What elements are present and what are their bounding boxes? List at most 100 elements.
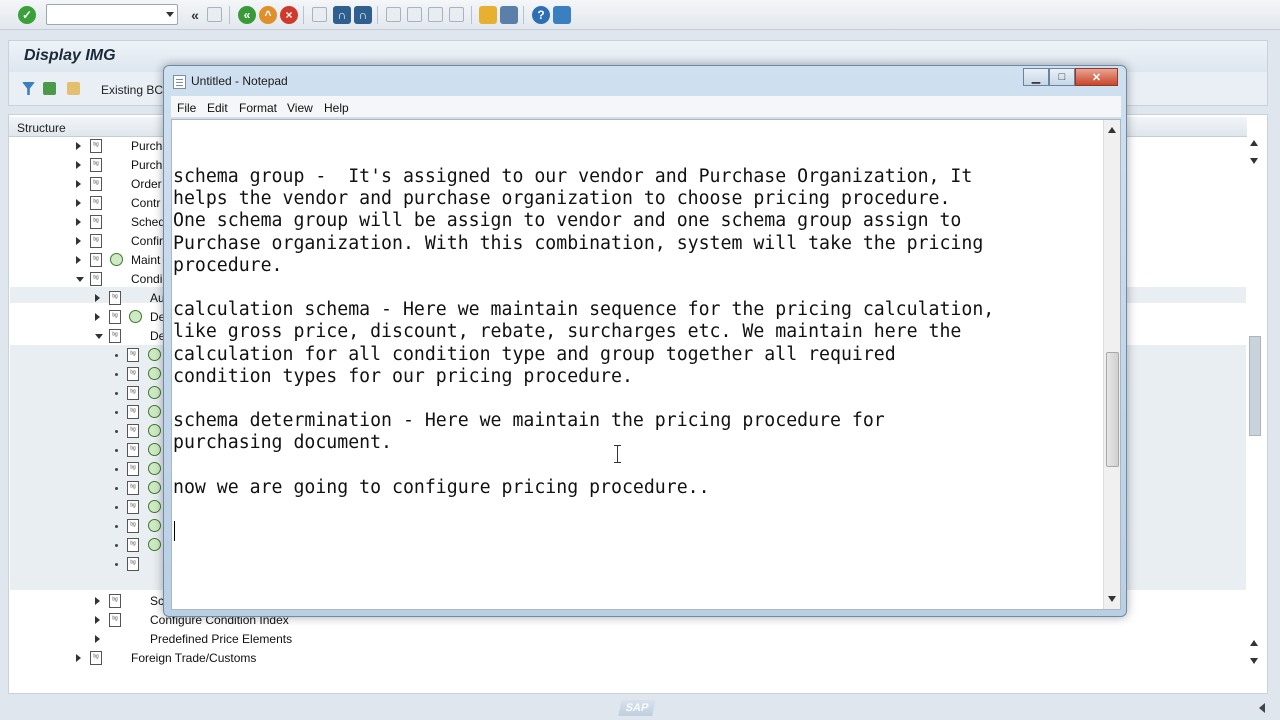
collapse-node-icon[interactable] [95,334,103,339]
documentation-icon[interactable]: ᵇᵍ [90,234,102,248]
tree-scrollbar[interactable] [1248,140,1262,670]
menu-help[interactable]: Help [324,101,349,115]
scroll-down-icon[interactable] [1108,596,1116,602]
enter-icon[interactable]: ✓ [18,6,36,24]
expand-node-icon[interactable] [76,218,81,226]
documentation-icon[interactable]: ᵇᵍ [90,196,102,210]
menu-edit[interactable]: Edit [207,101,228,115]
expand-node-icon[interactable] [76,199,81,207]
execute-activity-icon[interactable] [129,310,142,323]
command-field[interactable] [46,4,178,25]
documentation-icon[interactable]: ᵇᵍ [109,310,121,324]
documentation-icon[interactable]: ᵇᵍ [90,158,102,172]
execute-activity-icon[interactable] [148,386,161,399]
documentation-icon[interactable]: ᵇᵍ [127,443,139,457]
expand-node-icon[interactable] [76,161,81,169]
documentation-icon[interactable]: ᵇᵍ [90,139,102,153]
expand-node-icon[interactable] [76,180,81,188]
execute-activity-icon[interactable] [148,500,161,513]
help-icon[interactable]: ? [532,6,550,24]
documentation-icon[interactable]: ᵇᵍ [90,177,102,191]
shortcut-icon[interactable] [500,6,518,24]
execute-activity-icon[interactable] [148,424,161,437]
execute-activity-icon[interactable] [148,367,161,380]
last-page-icon[interactable] [449,7,464,22]
documentation-icon[interactable]: ᵇᵍ [109,594,121,608]
print-icon[interactable] [312,7,327,22]
execute-activity-icon[interactable] [148,538,161,551]
documentation-icon[interactable]: ᵇᵍ [127,462,139,476]
scroll-thumb[interactable] [1249,336,1261,436]
status-bar-toggle-icon[interactable] [1259,703,1265,713]
execute-activity-icon[interactable] [148,462,161,475]
documentation-icon[interactable]: ᵇᵍ [127,557,139,571]
documentation-icon[interactable]: ᵇᵍ [127,367,139,381]
expand-node-icon[interactable] [76,237,81,245]
documentation-icon[interactable]: ᵇᵍ [127,519,139,533]
filter-icon[interactable] [22,82,35,95]
exit-icon[interactable]: ^ [259,6,277,24]
expand-subtree-icon[interactable] [43,82,56,95]
documentation-icon[interactable]: ᵇᵍ [127,481,139,495]
scroll-up-icon[interactable] [1250,140,1258,146]
notepad-title-bar[interactable]: Untitled - Notepad ▁ □ ✕ [164,66,1126,96]
expand-node-icon[interactable] [76,142,81,150]
save-icon[interactable] [207,7,222,22]
execute-activity-icon[interactable] [110,253,123,266]
documentation-icon[interactable]: ᵇᵍ [127,424,139,438]
menu-format[interactable]: Format [239,101,277,115]
previous-page-icon[interactable] [407,7,422,22]
chevron-down-icon[interactable] [166,12,174,17]
double-left-icon[interactable]: « [186,6,204,24]
folder-icon[interactable] [67,82,80,95]
expand-node-icon[interactable] [95,635,100,643]
find-icon[interactable]: ∩ [333,6,351,24]
next-page-icon[interactable] [428,7,443,22]
notepad-content[interactable]: schema group - It's assigned to our vend… [173,166,1108,521]
menu-file[interactable]: File [177,101,196,115]
notepad-scrollbar[interactable] [1103,120,1120,609]
cancel-icon[interactable]: × [280,6,298,24]
scroll-up-icon[interactable] [1250,640,1258,646]
documentation-icon[interactable]: ᵇᵍ [127,538,139,552]
notepad-menu-bar: File Edit Format View Help [171,96,1121,118]
documentation-icon[interactable]: ᵇᵍ [109,329,121,343]
documentation-icon[interactable]: ᵇᵍ [127,405,139,419]
existing-bc-button[interactable]: Existing BC [101,83,163,97]
minimize-icon[interactable]: ▁ [1023,68,1049,86]
maximize-icon[interactable]: □ [1049,68,1075,86]
scroll-thumb[interactable] [1106,352,1119,467]
execute-activity-icon[interactable] [148,443,161,456]
expand-node-icon[interactable] [95,597,100,605]
expand-node-icon[interactable] [76,256,81,264]
close-icon[interactable]: ✕ [1075,68,1118,86]
documentation-icon[interactable]: ᵇᵍ [127,500,139,514]
new-session-icon[interactable] [479,6,497,24]
menu-view[interactable]: View [287,101,313,115]
documentation-icon[interactable]: ᵇᵍ [90,272,102,286]
execute-activity-icon[interactable] [148,348,161,361]
layout-menu-icon[interactable] [553,6,571,24]
documentation-icon[interactable]: ᵇᵍ [109,291,121,305]
execute-activity-icon[interactable] [148,519,161,532]
collapse-node-icon[interactable] [76,277,84,282]
find-next-icon[interactable]: ∩ [354,6,372,24]
scroll-down-icon[interactable] [1250,658,1258,664]
documentation-icon[interactable]: ᵇᵍ [127,348,139,362]
execute-activity-icon[interactable] [148,481,161,494]
first-page-icon[interactable] [386,7,401,22]
notepad-text-area[interactable]: schema group - It's assigned to our vend… [171,119,1121,610]
documentation-icon[interactable]: ᵇᵍ [90,651,102,665]
documentation-icon[interactable]: ᵇᵍ [109,613,121,627]
documentation-icon[interactable]: ᵇᵍ [90,215,102,229]
back-icon[interactable]: « [238,6,256,24]
expand-node-icon[interactable] [95,616,100,624]
expand-node-icon[interactable] [95,294,100,302]
scroll-down-icon[interactable] [1250,158,1258,164]
expand-node-icon[interactable] [76,654,81,662]
expand-node-icon[interactable] [95,313,100,321]
execute-activity-icon[interactable] [148,405,161,418]
documentation-icon[interactable]: ᵇᵍ [90,253,102,267]
scroll-up-icon[interactable] [1108,127,1116,133]
documentation-icon[interactable]: ᵇᵍ [127,386,139,400]
